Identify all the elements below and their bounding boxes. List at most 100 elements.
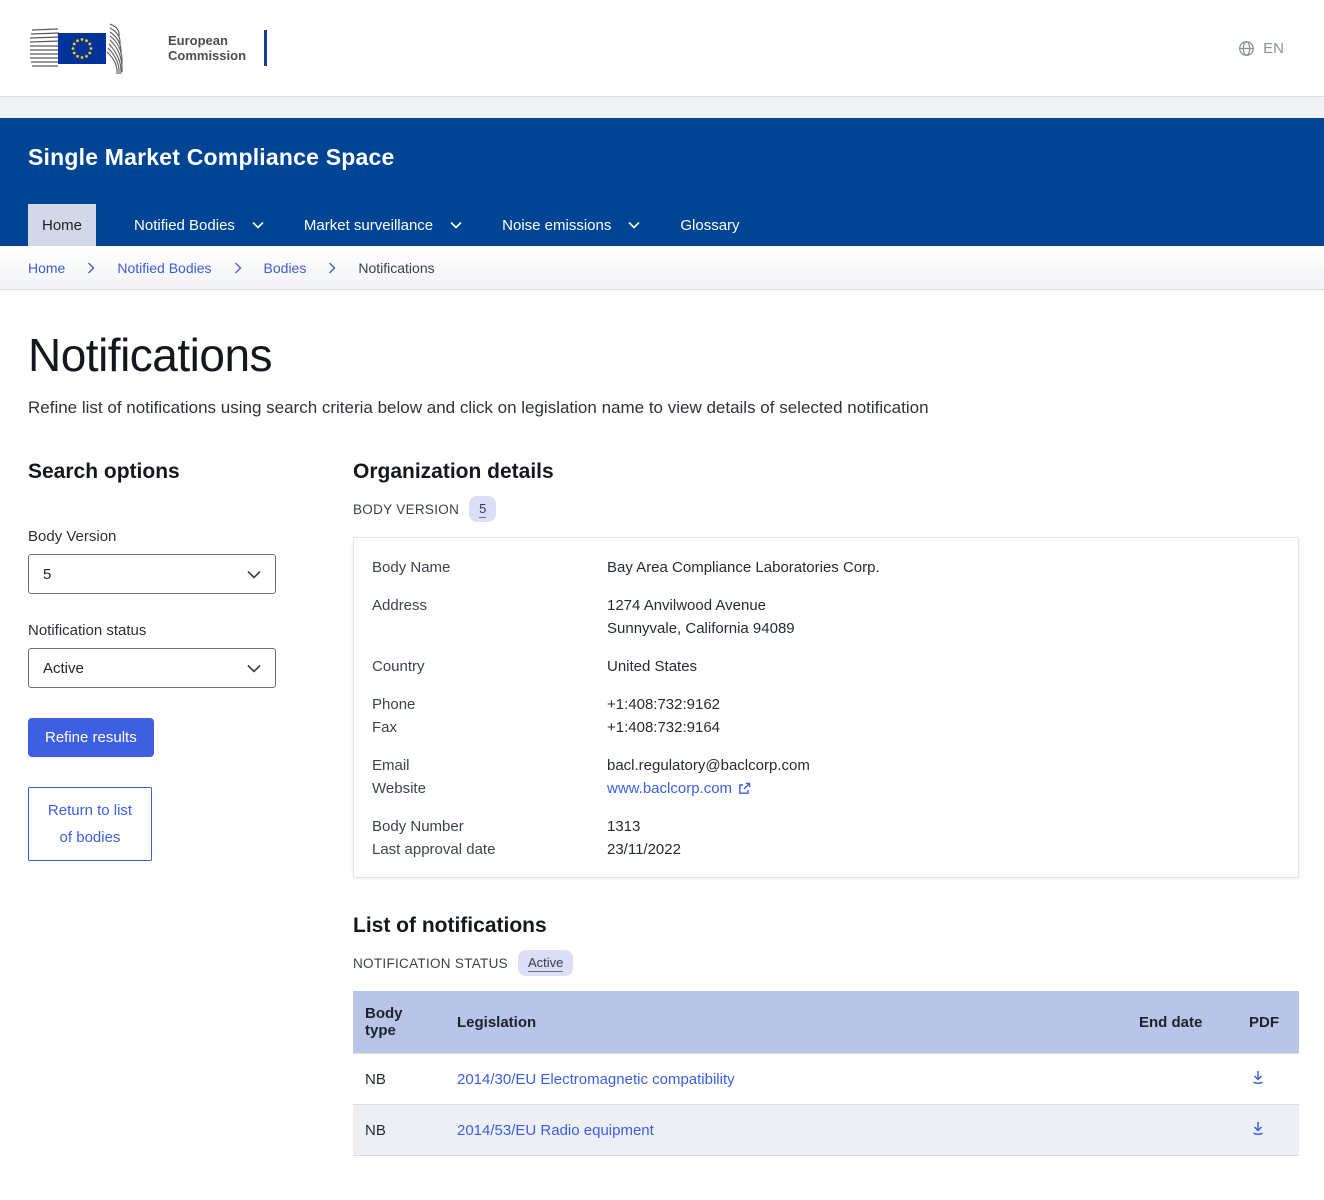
nav-tab-noise-emissions[interactable]: Noise emissions (500, 204, 642, 246)
logo-text-line1: European (168, 33, 246, 48)
logo-text: European Commission (168, 33, 246, 63)
notification-status-label: Notification status (28, 622, 276, 639)
nav-tab-notified-bodies[interactable]: Notified Bodies (132, 204, 266, 246)
nav-tab-glossary[interactable]: Glossary (678, 204, 741, 246)
detail-value: +1:408:732:9162 (607, 693, 720, 716)
legislation-link[interactable]: 2014/53/EU Radio equipment (457, 1122, 654, 1139)
notification-status-badge-value: Active (528, 955, 563, 972)
breadcrumb-home[interactable]: Home (28, 260, 65, 276)
detail-row-fax: Fax +1:408:732:9164 (372, 716, 1280, 739)
detail-label: Address (372, 594, 607, 640)
breadcrumb-bodies[interactable]: Bodies (264, 260, 307, 276)
legislation-link[interactable]: 2014/30/EU Electromagnetic compatibility (457, 1071, 735, 1088)
body-type-cell: NB (353, 1054, 445, 1105)
body-version-meta-label: BODY VERSION (353, 502, 459, 517)
breadcrumb-current: Notifications (358, 260, 434, 276)
main-nav: Single Market Compliance Space Home Noti… (0, 118, 1324, 246)
main-content: Notifications Refine list of notificatio… (0, 290, 1324, 1196)
body-type-cell: NB (353, 1105, 445, 1156)
address-line-1: 1274 Anvilwood Avenue (607, 594, 795, 617)
chevron-right-icon (234, 262, 242, 274)
notification-status-select[interactable]: Active (28, 648, 276, 688)
nav-tab-label: Home (42, 217, 82, 234)
detail-label: Country (372, 655, 607, 678)
notification-status-badge[interactable]: Active (518, 950, 573, 976)
details-panel: Organization details BODY VERSION 5 Body… (353, 460, 1299, 1156)
page-title: Notifications (28, 328, 1299, 382)
site-header: European Commission EN (0, 0, 1324, 96)
pdf-download-button[interactable] (1249, 1119, 1267, 1137)
breadcrumb: Home Notified Bodies Bodies Notification… (0, 246, 1324, 290)
detail-row-last-approval: Last approval date 23/11/2022 (372, 838, 1280, 861)
table-row: NB 2014/30/EU Electromagnetic compatibil… (353, 1054, 1299, 1105)
detail-label: Body Number (372, 815, 607, 838)
organization-details-card: Body Name Bay Area Compliance Laboratori… (353, 537, 1299, 878)
return-to-list-button[interactable]: Return to list of bodies (28, 787, 152, 861)
detail-label: Last approval date (372, 838, 607, 861)
table-header-row: Body type Legislation End date PDF (353, 991, 1299, 1054)
notification-status-meta-label: NOTIFICATION STATUS (353, 956, 508, 971)
chevron-down-icon (628, 221, 640, 229)
body-version-badge[interactable]: 5 (469, 496, 496, 522)
detail-row-email: Email bacl.regulatory@baclcorp.com (372, 754, 1280, 777)
breadcrumb-notified-bodies[interactable]: Notified Bodies (117, 260, 211, 276)
detail-row-address: Address 1274 Anvilwood Avenue Sunnyvale,… (372, 594, 1280, 640)
col-header-end-date: End date (1127, 991, 1237, 1054)
list-of-notifications-heading: List of notifications (353, 914, 1299, 938)
body-version-badge-value: 5 (479, 501, 486, 518)
detail-value: +1:408:732:9164 (607, 716, 720, 739)
logo-divider (264, 30, 267, 66)
globe-icon (1238, 40, 1255, 57)
notifications-table: Body type Legislation End date PDF NB 20… (353, 991, 1299, 1156)
end-date-cell (1127, 1054, 1237, 1105)
ec-logo[interactable]: European Commission (28, 18, 267, 78)
col-header-legislation: Legislation (445, 991, 1127, 1054)
detail-value: 1274 Anvilwood Avenue Sunnyvale, Califor… (607, 594, 795, 640)
nav-tab-label: Noise emissions (502, 217, 611, 234)
detail-value: Bay Area Compliance Laboratories Corp. (607, 556, 880, 579)
website-link[interactable]: www.baclcorp.com (607, 777, 751, 800)
website-link-text: www.baclcorp.com (607, 777, 732, 800)
nav-menu: Home Notified Bodies Market surveillance… (28, 204, 1296, 246)
refine-results-button[interactable]: Refine results (28, 718, 154, 757)
body-version-label: Body Version (28, 528, 276, 545)
chevron-down-icon (247, 664, 261, 673)
chevron-down-icon (252, 221, 264, 229)
ec-flag-graphic (28, 18, 156, 78)
detail-label: Email (372, 754, 607, 777)
language-selector[interactable]: EN (1238, 40, 1284, 57)
col-header-pdf: PDF (1237, 991, 1299, 1054)
chevron-right-icon (328, 262, 336, 274)
detail-label: Phone (372, 693, 607, 716)
detail-label: Website (372, 777, 607, 800)
site-title: Single Market Compliance Space (28, 144, 1296, 171)
body-version-select[interactable]: 5 (28, 554, 276, 594)
page-subtitle: Refine list of notifications using searc… (28, 398, 1299, 418)
nav-tab-home[interactable]: Home (28, 204, 96, 246)
notification-status-value: Active (43, 660, 84, 677)
detail-row-phone: Phone +1:408:732:9162 (372, 693, 1280, 716)
detail-row-body-number: Body Number 1313 (372, 815, 1280, 838)
nav-tab-label: Market surveillance (304, 217, 433, 234)
body-version-value: 5 (43, 566, 51, 583)
search-options-heading: Search options (28, 460, 276, 484)
chevron-right-icon (87, 262, 95, 274)
detail-value: United States (607, 655, 697, 678)
download-icon (1249, 1119, 1267, 1137)
detail-value: 23/11/2022 (607, 838, 681, 861)
nav-tab-label: Glossary (680, 217, 739, 234)
detail-row-website: Website www.baclcorp.com (372, 777, 1280, 800)
nav-tab-label: Notified Bodies (134, 217, 235, 234)
logo-text-line2: Commission (168, 48, 246, 63)
language-label: EN (1263, 40, 1284, 57)
col-header-body-type: Body type (353, 991, 445, 1054)
detail-label: Fax (372, 716, 607, 739)
download-icon (1249, 1068, 1267, 1086)
detail-value: www.baclcorp.com (607, 777, 751, 800)
end-date-cell (1127, 1105, 1237, 1156)
pdf-download-button[interactable] (1249, 1068, 1267, 1086)
nav-tab-market-surveillance[interactable]: Market surveillance (302, 204, 464, 246)
detail-row-country: Country United States (372, 655, 1280, 678)
header-divider-band (0, 96, 1324, 118)
organization-details-heading: Organization details (353, 460, 1299, 484)
